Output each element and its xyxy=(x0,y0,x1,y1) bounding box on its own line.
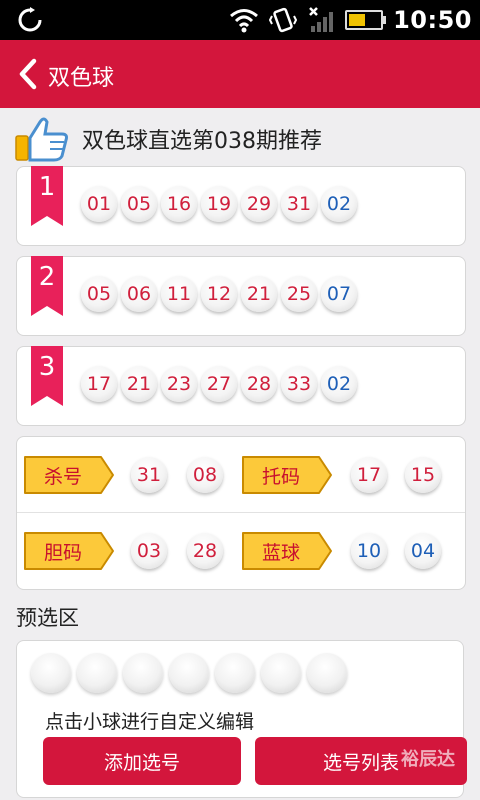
analysis-card: 杀号 31 08 托码 17 15 胆码 03 28 蓝球 10 04 xyxy=(16,436,466,590)
selection-list-label: 选号列表 xyxy=(322,751,399,774)
blue-ball-1: 10 xyxy=(351,533,387,569)
add-selection-button[interactable]: 添加选号 xyxy=(43,737,241,785)
red-ball: 17 xyxy=(81,366,117,402)
status-time: 10:50 xyxy=(393,6,472,34)
watermark-logo: 裕辰达 xyxy=(401,749,455,770)
recommend-group-2: 2 05 06 11 12 21 25 07 xyxy=(16,256,466,336)
divider xyxy=(17,512,465,513)
empty-ball-slot[interactable] xyxy=(123,653,163,693)
recommend-heading: 双色球直选第038期推荐 xyxy=(14,116,322,162)
signal-icon xyxy=(309,7,334,32)
red-ball: 23 xyxy=(161,366,197,402)
dan-ball-1: 03 xyxy=(131,533,167,569)
red-ball: 05 xyxy=(121,186,157,222)
red-ball: 19 xyxy=(201,186,237,222)
status-bar: 10:50 xyxy=(0,0,480,40)
red-ball: 29 xyxy=(241,186,277,222)
app-header: 双色球 xyxy=(0,40,480,108)
red-ball: 21 xyxy=(121,366,157,402)
dan-number-tag[interactable]: 胆码 xyxy=(23,531,114,571)
empty-ball-slot[interactable] xyxy=(215,653,255,693)
blue-ball-tag[interactable]: 蓝球 xyxy=(241,531,332,571)
kill-number-tag[interactable]: 杀号 xyxy=(23,455,114,495)
preselect-panel: 点击小球进行自定义编辑 添加选号 选号列表 裕辰达 xyxy=(16,640,467,798)
red-ball: 01 xyxy=(81,186,117,222)
red-ball: 21 xyxy=(241,276,277,312)
empty-ball-slot[interactable] xyxy=(307,653,347,693)
kill-ball-2: 08 xyxy=(187,457,223,493)
blue-ball: 02 xyxy=(321,186,357,222)
group-number-ribbon: 2 xyxy=(31,256,63,316)
wifi-icon xyxy=(230,9,259,33)
empty-ball-slot[interactable] xyxy=(77,653,117,693)
red-ball: 31 xyxy=(281,186,317,222)
empty-ball-slot[interactable] xyxy=(169,653,209,693)
red-ball: 12 xyxy=(201,276,237,312)
recommend-group-3: 3 17 21 23 27 28 33 02 xyxy=(16,346,466,426)
blue-ball: 02 xyxy=(321,366,357,402)
dan-ball-2: 28 xyxy=(187,533,223,569)
ball-row: 05 06 11 12 21 25 07 xyxy=(81,276,357,312)
blue-ball-2: 04 xyxy=(405,533,441,569)
recommend-group-1: 1 01 05 16 19 29 31 02 xyxy=(16,166,466,246)
vibrate-icon xyxy=(269,7,298,33)
chevron-left-icon xyxy=(19,58,37,90)
tuo-number-tag[interactable]: 托码 xyxy=(241,455,332,495)
blue-ball: 07 xyxy=(321,276,357,312)
thumbs-up-icon xyxy=(15,117,68,162)
group-number-ribbon: 3 xyxy=(31,346,63,406)
red-ball: 28 xyxy=(241,366,277,402)
tuo-ball-1: 17 xyxy=(351,457,387,493)
ball-row: 17 21 23 27 28 33 02 xyxy=(81,366,357,402)
page-title: 双色球 xyxy=(48,66,115,91)
red-ball: 11 xyxy=(161,276,197,312)
red-ball: 27 xyxy=(201,366,237,402)
red-ball: 25 xyxy=(281,276,317,312)
recommend-title: 双色球直选第038期推荐 xyxy=(82,129,322,154)
ball-row: 01 05 16 19 29 31 02 xyxy=(81,186,357,222)
battery-icon xyxy=(345,10,387,30)
preselect-label: 预选区 xyxy=(16,606,79,630)
red-ball: 16 xyxy=(161,186,197,222)
sync-icon xyxy=(18,7,42,32)
group-number-ribbon: 1 xyxy=(31,166,63,226)
empty-ball-row xyxy=(31,653,347,693)
preselect-hint: 点击小球进行自定义编辑 xyxy=(45,711,255,733)
red-ball: 05 xyxy=(81,276,117,312)
empty-ball-slot[interactable] xyxy=(31,653,71,693)
kill-ball-1: 31 xyxy=(131,457,167,493)
tuo-ball-2: 15 xyxy=(405,457,441,493)
red-ball: 06 xyxy=(121,276,157,312)
red-ball: 33 xyxy=(281,366,317,402)
empty-ball-slot[interactable] xyxy=(261,653,301,693)
back-button[interactable] xyxy=(14,56,44,92)
